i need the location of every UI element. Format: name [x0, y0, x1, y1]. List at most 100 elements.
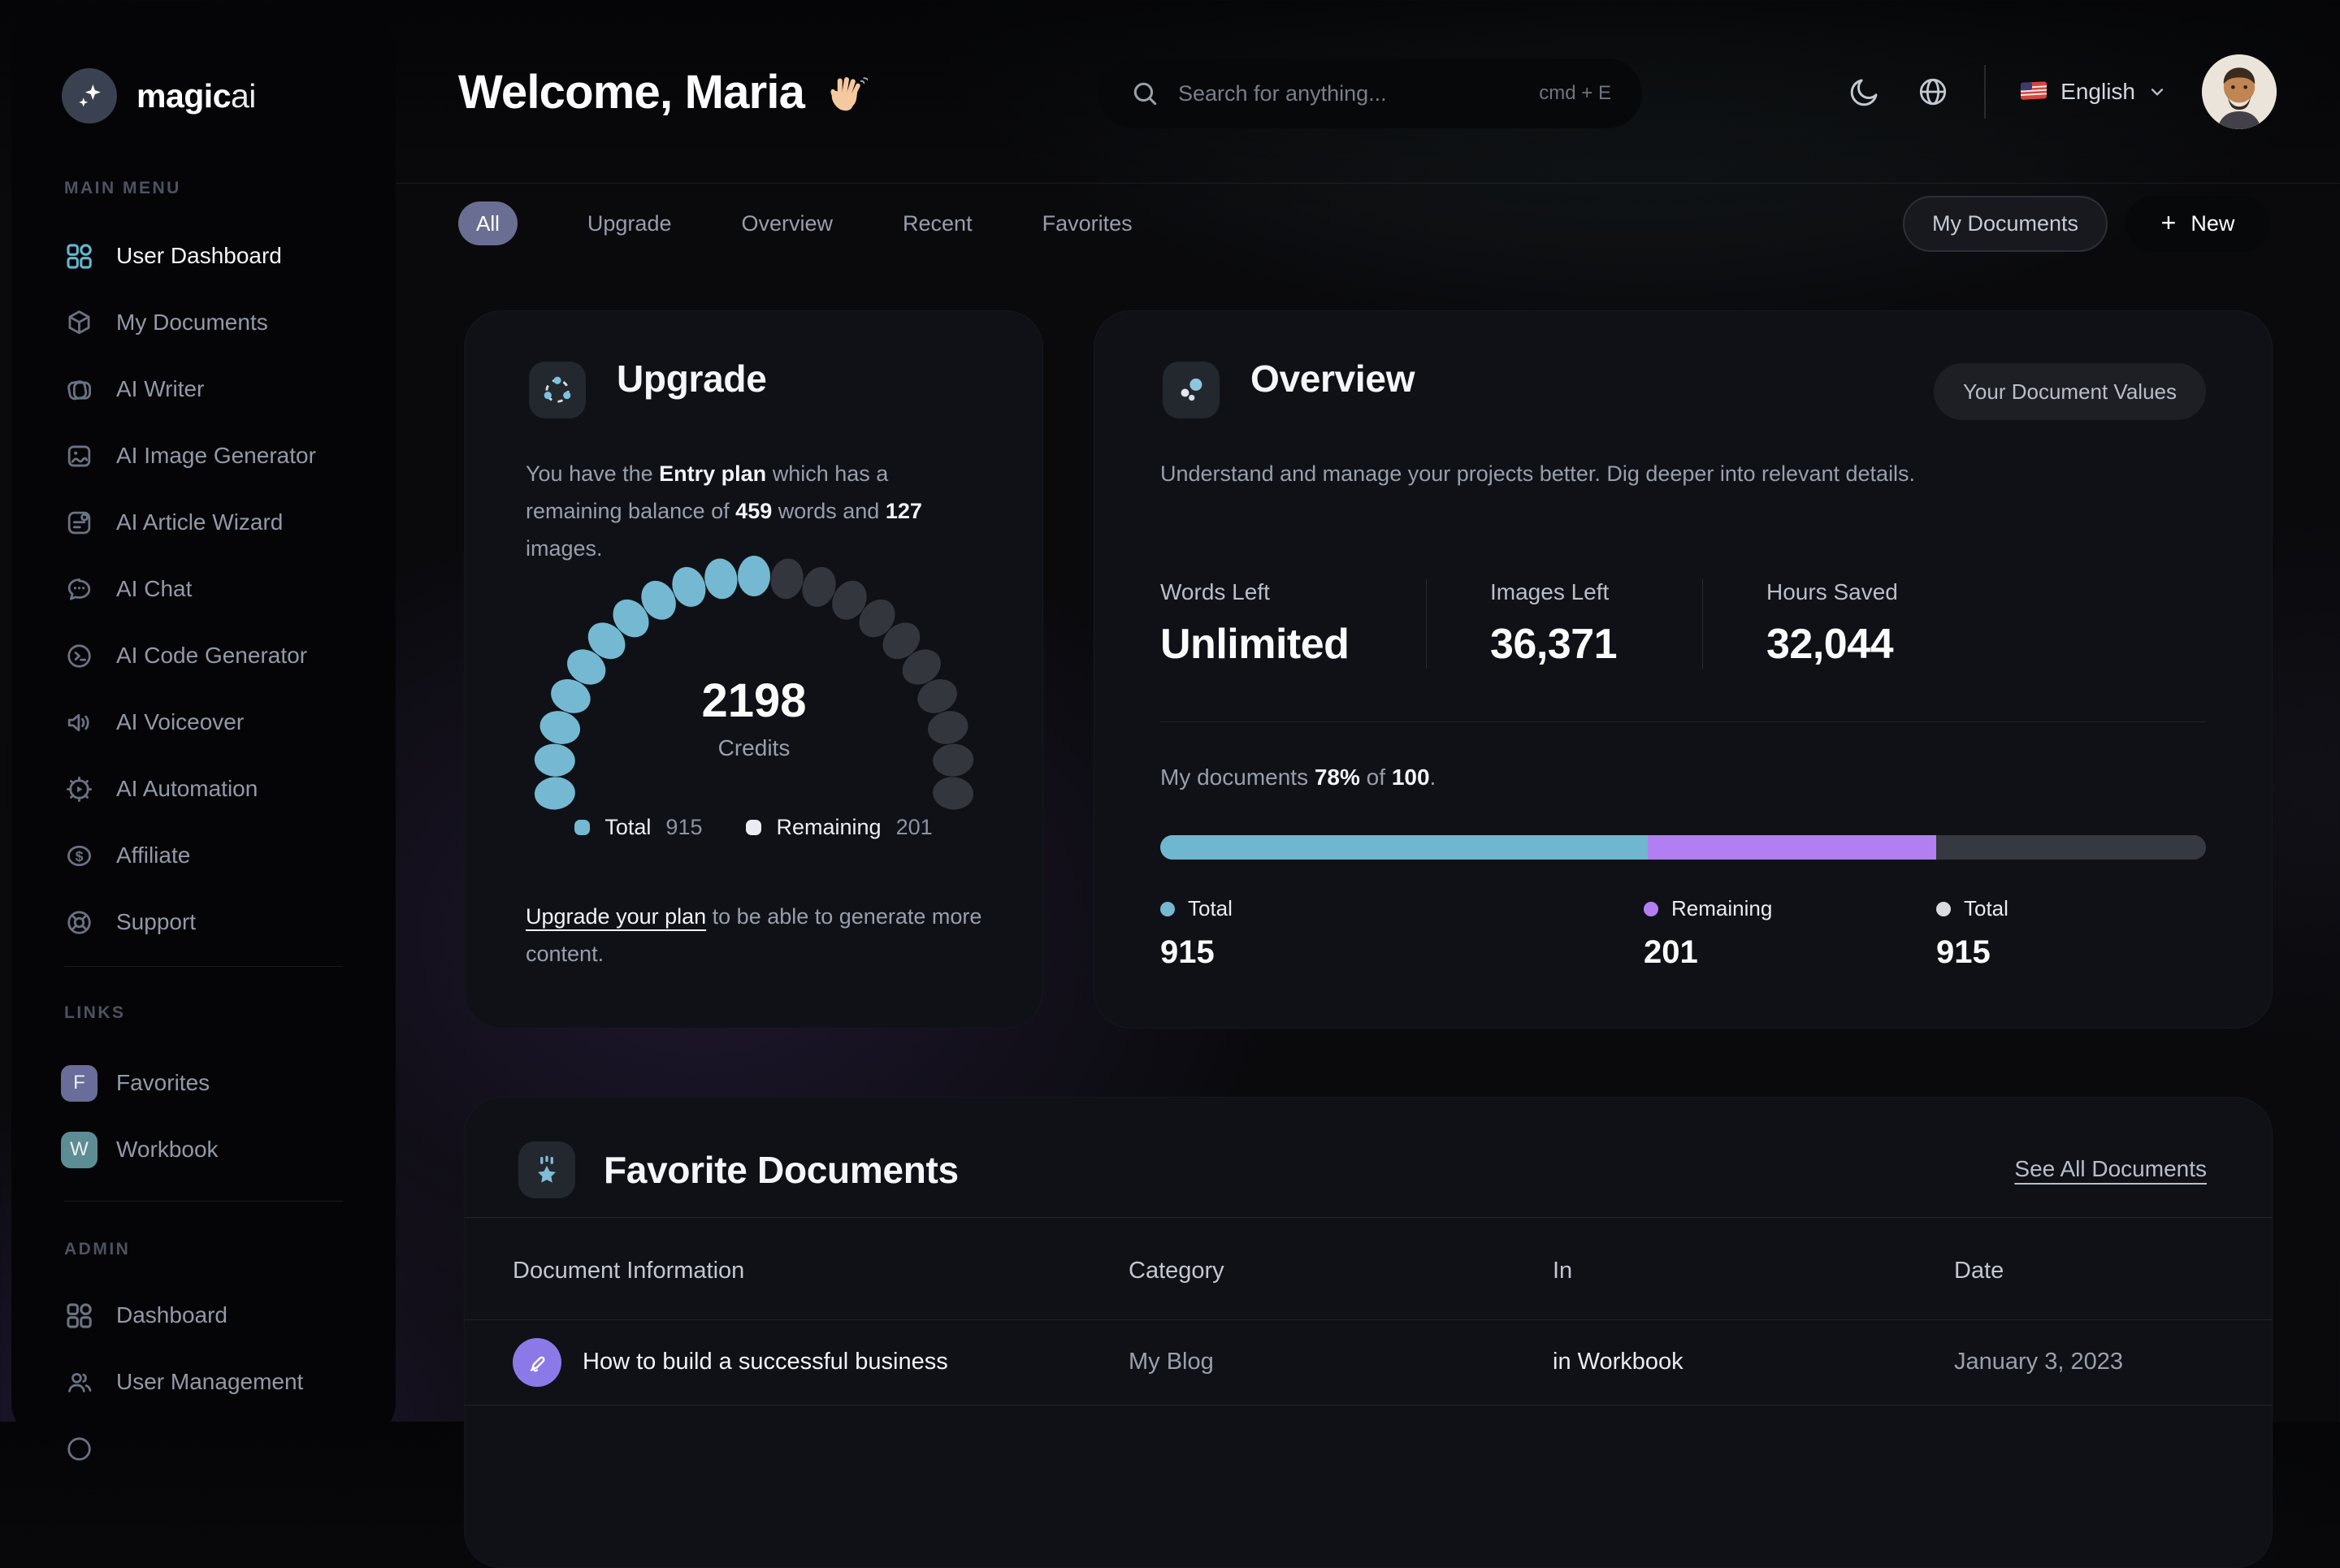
favorite-documents-card: Favorite Documents See All Documents Doc… [464, 1097, 2273, 1568]
cube-icon [64, 308, 94, 338]
legend-dot-purple [1644, 901, 1658, 916]
overview-card-title: Overview [1250, 357, 1415, 400]
page-title: Welcome, Maria [458, 65, 869, 119]
avatar[interactable] [2202, 54, 2277, 129]
sidebar-item-partial[interactable] [11, 1415, 396, 1482]
moon-icon[interactable] [1848, 75, 1882, 109]
favorites-card-title: Favorite Documents [604, 1149, 959, 1191]
plus-icon: + [2160, 208, 2177, 237]
document-values-button[interactable]: Your Document Values [1933, 363, 2206, 420]
grid-icon [64, 241, 94, 271]
table-row[interactable]: How to build a successful business My Bl… [513, 1319, 2223, 1405]
sidebar-item-ai-image-generator[interactable]: AI Image Generator [11, 422, 396, 489]
partial-icon [64, 1434, 94, 1464]
svg-text:$: $ [76, 848, 84, 864]
welcome-title: Welcome, Maria [458, 66, 805, 119]
section-label-main-menu: MAIN MENU [64, 179, 181, 197]
tab-overview[interactable]: Overview [741, 211, 833, 236]
grid-icon [64, 1301, 94, 1331]
legend-total: Total 915 [574, 815, 702, 840]
magicai-dashboard: { "brand": { "logo_bold": "magic", "logo… [0, 0, 2340, 1568]
upgrade-card-title: Upgrade [617, 357, 767, 400]
sidebar-item-affiliate[interactable]: $ Affiliate [11, 822, 396, 889]
table-header: Document Information Category In Date [513, 1257, 2004, 1284]
sidebar-item-ai-voiceover[interactable]: AI Voiceover [11, 689, 396, 756]
globe-icon[interactable] [1916, 75, 1950, 109]
section-label-admin: ADMIN [64, 1240, 131, 1258]
legend-total-cyan: Total 915 [1160, 896, 1233, 970]
stat-hours-saved: Hours Saved 32,044 [1702, 579, 1898, 669]
search-placeholder: Search for anything... [1178, 80, 1387, 106]
image-icon [64, 441, 94, 471]
sidebar-item-ai-writer[interactable]: AI Writer [11, 356, 396, 422]
tab-favorites[interactable]: Favorites [1042, 211, 1133, 236]
upgrade-cta: Upgrade your plan to be able to generate… [526, 904, 982, 966]
sidebar-item-ai-code-generator[interactable]: AI Code Generator [11, 622, 396, 689]
sidebar-item-workbook[interactable]: W Workbook [11, 1116, 396, 1183]
us-flag-icon [2021, 81, 2048, 100]
favorites-badge-icon: F [61, 1064, 98, 1102]
legend-remaining-purple: Remaining 201 [1644, 896, 1773, 970]
my-documents-button[interactable]: My Documents [1903, 196, 2108, 252]
pages-icon [64, 375, 94, 405]
sidebar-item-ai-automation[interactable]: AI Automation [11, 756, 396, 822]
users-icon [64, 1367, 94, 1397]
sidebar-item-my-documents[interactable]: My Documents [11, 289, 396, 356]
plan-summary: You have the Entry plan which has a rema… [526, 461, 922, 561]
credits-label: Credits [717, 735, 791, 760]
sidebar-item-support[interactable]: Support [11, 889, 396, 955]
topbar: Welcome, Maria Search for anything... cm… [396, 0, 2340, 184]
wave-emoji-icon [822, 70, 869, 115]
sidebar-item-ai-chat[interactable]: AI Chat [11, 556, 396, 622]
sidebar-divider [64, 1201, 343, 1202]
legend-dot-white [746, 820, 762, 835]
search-shortcut: cmd + E [1539, 82, 1611, 104]
speaker-icon [64, 708, 94, 738]
workbook-badge-icon: W [61, 1131, 98, 1168]
tab-upgrade[interactable]: Upgrade [587, 211, 672, 236]
see-all-documents-link[interactable]: See All Documents [2014, 1156, 2207, 1182]
sidebar-item-favorites[interactable]: F Favorites [11, 1050, 396, 1116]
new-button[interactable]: + New [2126, 196, 2270, 252]
credits-value: 2198 [701, 674, 807, 727]
shooting-star-icon [518, 1141, 575, 1198]
divider [465, 1217, 2272, 1218]
language-selector[interactable]: English [2020, 79, 2168, 105]
divider [1984, 65, 1987, 119]
search-input[interactable]: Search for anything... cmd + E [1098, 58, 1642, 128]
credits-gauge: 2198 Credits [526, 555, 982, 826]
documents-progress-legend: Total 915 Remaining 201 Total 915 [1160, 896, 2206, 1002]
section-label-links: LINKS [64, 1003, 126, 1022]
divider [1160, 721, 2206, 722]
sidebar-item-admin-dashboard[interactable]: Dashboard [11, 1282, 396, 1349]
tab-recent[interactable]: Recent [903, 211, 973, 236]
document-cell: How to build a successful business [513, 1337, 1129, 1387]
terminal-icon [64, 641, 94, 671]
overview-card: Overview Your Document Values Understand… [1094, 310, 2273, 1029]
sidebar-item-user-management[interactable]: User Management [11, 1349, 396, 1415]
stat-images-left: Images Left 36,371 [1426, 579, 1702, 669]
upgrade-plan-link[interactable]: Upgrade your plan [526, 904, 706, 929]
chat-bubble-icon [64, 574, 94, 604]
admin-menu: Dashboard User Management [11, 1282, 396, 1482]
sidebar-divider [64, 966, 343, 967]
brand-logo[interactable]: magicai [62, 68, 256, 123]
documents-progress-bar [1160, 835, 2206, 860]
pen-icon [513, 1337, 561, 1387]
legend-dot-cyan [1160, 901, 1175, 916]
chevron-down-icon [2147, 81, 2168, 102]
topbar-actions: English [1848, 0, 2277, 184]
sparkles-logo-icon [62, 68, 117, 123]
overview-description: Understand and manage your projects bett… [1160, 461, 1916, 486]
sidebar: magicai MAIN MENU User Dashboard My Docu… [11, 11, 396, 1461]
gear-play-icon [64, 774, 94, 804]
legend-dot-cyan [574, 820, 591, 835]
tab-all[interactable]: All [458, 201, 518, 245]
legend-remaining: Remaining 201 [746, 815, 933, 840]
main-menu: User Dashboard My Documents AI Writer AI… [11, 223, 396, 955]
divider [465, 1405, 2272, 1406]
sidebar-item-ai-article-wizard[interactable]: AI Article Wizard [11, 489, 396, 556]
progress-segment-total [1160, 835, 1648, 860]
sidebar-item-user-dashboard[interactable]: User Dashboard [11, 223, 396, 289]
stat-words-left: Words Left Unlimited [1160, 579, 1350, 668]
